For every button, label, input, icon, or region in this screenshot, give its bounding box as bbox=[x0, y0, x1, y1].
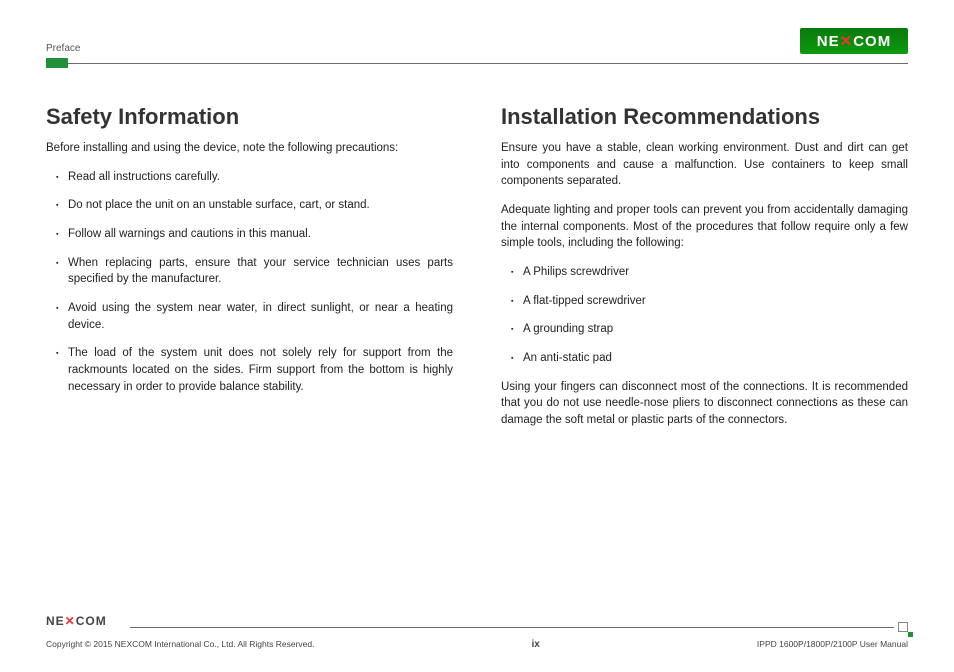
right-column: Installation Recommendations Ensure you … bbox=[501, 104, 908, 441]
list-item: A flat-tipped screwdriver bbox=[511, 293, 908, 310]
section-label: Preface bbox=[46, 43, 80, 54]
page-header: Preface NE✕COM bbox=[46, 24, 908, 54]
safety-list: Read all instructions carefully. Do not … bbox=[46, 169, 453, 396]
list-item: The load of the system unit does not sol… bbox=[56, 345, 453, 395]
content-area: Safety Information Before installing and… bbox=[46, 104, 908, 441]
document-reference: IPPD 1600P/1800P/2100P User Manual bbox=[757, 639, 908, 650]
list-item: Do not place the unit on an unstable sur… bbox=[56, 197, 453, 214]
heading-safety: Safety Information bbox=[46, 104, 453, 130]
accent-tab bbox=[46, 58, 68, 68]
tools-list: A Philips screwdriver A flat-tipped scre… bbox=[501, 264, 908, 367]
list-item: Avoid using the system near water, in di… bbox=[56, 300, 453, 333]
install-para-3: Using your fingers can disconnect most o… bbox=[501, 379, 908, 429]
copyright-text: Copyright © 2015 NEXCOM International Co… bbox=[46, 639, 314, 650]
list-item: A Philips screwdriver bbox=[511, 264, 908, 281]
corner-mark-icon bbox=[898, 622, 908, 632]
divider-line bbox=[68, 63, 908, 64]
list-item: Follow all warnings and cautions in this… bbox=[56, 226, 453, 243]
page-footer: Copyright © 2015 NEXCOM International Co… bbox=[46, 639, 908, 650]
header-divider bbox=[46, 58, 908, 68]
install-para-1: Ensure you have a stable, clean working … bbox=[501, 140, 908, 190]
left-column: Safety Information Before installing and… bbox=[46, 104, 453, 441]
install-para-2: Adequate lighting and proper tools can p… bbox=[501, 202, 908, 252]
divider-line bbox=[130, 627, 894, 628]
heading-installation: Installation Recommendations bbox=[501, 104, 908, 130]
page-number: ix bbox=[532, 639, 540, 650]
brand-logo: NE✕COM bbox=[800, 28, 908, 54]
brand-logo-text: NE✕COM bbox=[817, 32, 891, 50]
list-item: A grounding strap bbox=[511, 321, 908, 338]
footer-divider bbox=[46, 622, 908, 632]
safety-intro: Before installing and using the device, … bbox=[46, 140, 453, 157]
list-item: An anti-static pad bbox=[511, 350, 908, 367]
list-item: When replacing parts, ensure that your s… bbox=[56, 255, 453, 288]
list-item: Read all instructions carefully. bbox=[56, 169, 453, 186]
